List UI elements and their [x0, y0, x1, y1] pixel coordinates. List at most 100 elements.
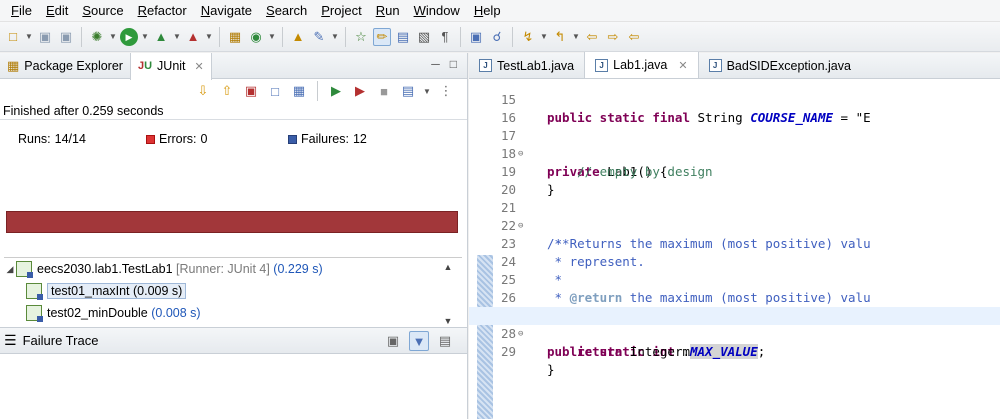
chevron-down-icon[interactable]: ▼ — [205, 32, 213, 41]
menu-help[interactable]: Help — [467, 0, 508, 22]
back-icon[interactable]: ⇦ — [625, 28, 643, 46]
toggle-breadcrumb-icon[interactable]: ☆ — [352, 28, 370, 46]
errors-value: 0 — [200, 132, 208, 146]
failure-trace-label: Failure Trace — [22, 333, 99, 348]
toggle-mark-occurrences-icon[interactable]: ✏ — [373, 27, 391, 46]
failures-counter: Failures: 12 — [288, 132, 367, 146]
open-console-icon[interactable]: ▣ — [467, 28, 485, 46]
show-whitespace-icon[interactable]: ▧ — [415, 28, 433, 46]
chevron-down-icon[interactable]: ▼ — [540, 32, 548, 41]
view-menu-icon[interactable]: ⋮ — [437, 82, 455, 100]
open-type-icon[interactable]: ▲ — [289, 28, 307, 46]
run-coverage-icon[interactable]: ▲ — [184, 28, 202, 46]
show-failures-only-icon[interactable]: ▣ — [242, 82, 260, 100]
minimize-icon[interactable]: ─ — [431, 57, 440, 71]
previous-annotation-icon[interactable]: ↰ — [551, 28, 569, 46]
menu-refactor[interactable]: Refactor — [131, 0, 194, 22]
chevron-down-icon[interactable]: ▼ — [173, 32, 181, 41]
scroll-up-icon[interactable]: ▲ — [444, 262, 453, 272]
chevron-down-icon[interactable]: ▼ — [331, 32, 339, 41]
editor-tab-active[interactable]: J Lab1.java ✕ — [584, 52, 699, 78]
code-line: 26 */ — [469, 271, 1000, 323]
close-icon[interactable]: ✕ — [678, 59, 687, 72]
chevron-down-icon[interactable]: ▼ — [423, 87, 431, 96]
failure-trace-actions: ▣ ▼ ▤ — [383, 331, 455, 351]
scroll-lock-icon[interactable]: □ — [266, 82, 284, 100]
search-icon[interactable]: ☌ — [488, 28, 506, 46]
copy-trace-icon[interactable]: ▤ — [435, 331, 455, 351]
filter-stack-trace-icon[interactable]: ▼ — [409, 331, 429, 351]
scroll-down-icon[interactable]: ▼ — [444, 316, 453, 326]
menu-run[interactable]: Run — [369, 0, 407, 22]
run-icon[interactable]: ▶ — [120, 27, 138, 46]
failure-trace-header: ☰ Failure Trace ▣ ▼ ▤ — [0, 327, 467, 354]
previous-failure-icon[interactable]: ⇧ — [218, 82, 236, 100]
history-icon[interactable]: ▤ — [399, 82, 417, 100]
tree-item-test[interactable]: test01_maxInt (0.009 s) — [4, 280, 462, 302]
tab-package-explorer[interactable]: ▦ Package Explorer — [0, 53, 130, 79]
close-icon[interactable]: ✕ — [195, 60, 204, 73]
toolbar-separator — [512, 26, 513, 47]
menu-window[interactable]: Window — [407, 0, 467, 22]
code-line: 18 // empty by design — [469, 127, 1000, 179]
toolbar-separator — [460, 26, 461, 47]
code-line: 23 * represent. — [469, 217, 1000, 269]
editor-area: J TestLab1.java J Lab1.java ✕ J BadSIDEx… — [469, 52, 1000, 419]
save-icon[interactable]: ▣ — [36, 28, 54, 46]
menu-source[interactable]: Source — [75, 0, 130, 22]
tree-item-test[interactable]: test02_minDouble (0.008 s) — [4, 302, 462, 324]
menu-file[interactable]: File — [4, 0, 39, 22]
line-number: 29 — [501, 344, 517, 359]
error-icon — [146, 134, 155, 144]
compare-result-icon[interactable]: ▣ — [383, 331, 403, 351]
chevron-down-icon[interactable]: ▼ — [25, 32, 33, 41]
debug-icon[interactable]: ✺ — [88, 28, 106, 46]
suite-runner: [Runner: JUnit 4] — [176, 262, 270, 276]
menu-search[interactable]: Search — [259, 0, 314, 22]
new-class-icon[interactable]: ◉ — [247, 28, 265, 46]
new-icon[interactable]: □ — [4, 28, 22, 46]
java-file-icon: J — [479, 59, 492, 72]
next-annotation-icon[interactable]: ↯ — [519, 28, 537, 46]
maximize-icon[interactable]: □ — [450, 57, 457, 71]
open-task-icon[interactable]: ✎ — [310, 28, 328, 46]
tree-item-suite[interactable]: ◢ eecs2030.lab1.TestLab1 [Runner: JUnit … — [4, 258, 462, 280]
chevron-down-icon[interactable]: ▼ — [109, 32, 117, 41]
menu-navigate[interactable]: Navigate — [194, 0, 259, 22]
back-icon[interactable]: ⇦ — [583, 28, 601, 46]
toggle-block-selection-icon[interactable]: ▤ — [394, 28, 412, 46]
errors-counter: Errors: 0 — [146, 132, 288, 146]
test-suite-icon — [16, 261, 33, 278]
new-java-package-icon[interactable]: ▦ — [226, 28, 244, 46]
chevron-down-icon[interactable]: ▼ — [268, 32, 276, 41]
java-file-icon: J — [595, 58, 609, 72]
save-all-icon[interactable]: ▣ — [57, 28, 75, 46]
editor-tab[interactable]: J TestLab1.java — [469, 53, 584, 78]
chevron-down-icon[interactable]: ▼ — [572, 32, 580, 41]
code-constant: MAX_VALUE — [690, 344, 758, 359]
failures-value: 12 — [352, 132, 367, 146]
editor-tab[interactable]: J BadSIDException.java — [699, 53, 861, 78]
test-tree: ◢ eecs2030.lab1.TestLab1 [Runner: JUnit … — [4, 257, 462, 327]
menu-edit[interactable]: Edit — [39, 0, 75, 22]
tree-scrollbar[interactable]: ▲ ▼ — [442, 262, 454, 326]
code-text: } — [547, 362, 555, 377]
test-history-icon[interactable]: ▦ — [290, 82, 308, 100]
run-external-icon[interactable]: ▲ — [152, 28, 170, 46]
chevron-down-icon[interactable]: ▼ — [141, 32, 149, 41]
collapse-icon[interactable]: ◢ — [4, 264, 16, 275]
tab-package-explorer-label: Package Explorer — [24, 58, 123, 73]
code-editor[interactable]: 15 public static final String COURSE_NAM… — [469, 79, 1000, 419]
editor-tab-label: BadSIDException.java — [726, 58, 851, 73]
code-text: ; — [757, 344, 766, 359]
stop-icon[interactable]: ■ — [375, 82, 393, 100]
menu-project[interactable]: Project — [314, 0, 368, 22]
rerun-failed-first-icon[interactable]: ▶ — [351, 82, 369, 100]
rerun-test-icon[interactable]: ▶ — [327, 82, 345, 100]
test-progress-bar — [6, 211, 458, 233]
next-failure-icon[interactable]: ⇩ — [194, 82, 212, 100]
code-line: 24 * — [469, 235, 1000, 287]
tab-junit[interactable]: JU JUnit ✕ — [129, 52, 212, 80]
forward-icon[interactable]: ⇨ — [604, 28, 622, 46]
paragraph-icon[interactable]: ¶ — [436, 28, 454, 46]
